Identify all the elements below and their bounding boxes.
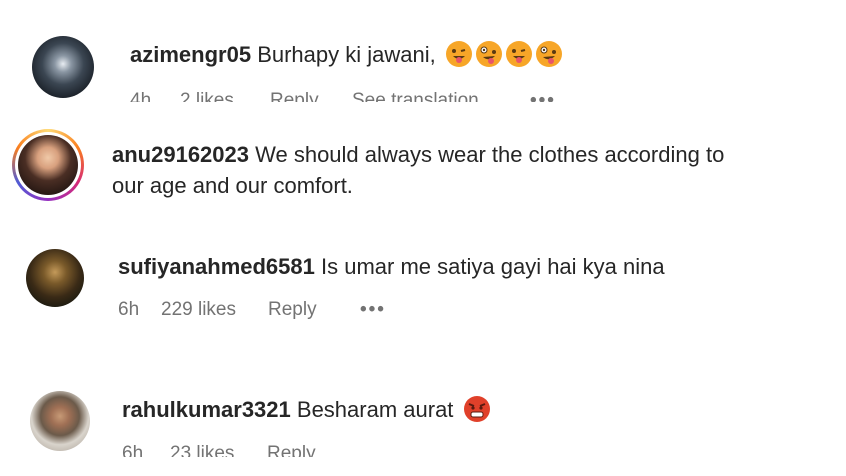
comment-text-line2: our age and our comfort.: [112, 171, 353, 201]
comment-3: sufiyanahmed6581 Is umar me satiya gayi …: [0, 225, 846, 355]
comment-body: Is umar me satiya gayi hai kya nina: [321, 254, 665, 279]
comment-1: azimengr05 Burhapy ki jawani, 4h 2 likes…: [0, 0, 846, 105]
username[interactable]: azimengr05: [130, 42, 251, 67]
likes-count[interactable]: 2 likes: [180, 90, 234, 102]
more-options-icon[interactable]: •••: [530, 90, 556, 102]
comment-text: azimengr05 Burhapy ki jawani,: [130, 40, 562, 70]
username[interactable]: rahulkumar3321: [122, 397, 291, 422]
comment-2: anu29162023 We should always wear the cl…: [0, 105, 846, 225]
winking-tongue-emoji-icon: [505, 41, 532, 67]
meta-row-clipped: 6h 23 likes Reply: [0, 443, 846, 457]
avatar[interactable]: [18, 135, 78, 195]
angry-face-emoji-icon: [463, 396, 490, 422]
reply-button[interactable]: Reply: [268, 299, 317, 321]
timestamp: 6h: [122, 443, 144, 457]
comment-text: anu29162023 We should always wear the cl…: [112, 140, 724, 170]
comment-body-line1: We should always wear the clothes accord…: [255, 142, 725, 167]
avatar[interactable]: [26, 249, 84, 307]
meta-row-clipped: 4h 2 likes Reply See translation •••: [0, 90, 846, 102]
likes-count[interactable]: 23 likes: [170, 443, 234, 457]
timestamp: 4h: [130, 90, 152, 102]
comment-body: Burhapy ki jawani,: [257, 42, 436, 67]
reply-button[interactable]: Reply: [267, 443, 316, 457]
comment-body: Besharam aurat: [296, 397, 454, 422]
comment-4: rahulkumar3321 Besharam aurat 6h 23 like…: [0, 355, 846, 476]
see-translation-link[interactable]: See translation: [352, 90, 479, 102]
zany-face-emoji-icon: [535, 41, 562, 67]
more-options-icon[interactable]: •••: [360, 299, 386, 321]
timestamp: 6h: [118, 299, 140, 320]
reply-button[interactable]: Reply: [270, 90, 319, 102]
username[interactable]: sufiyanahmed6581: [118, 254, 315, 279]
comment-text: rahulkumar3321 Besharam aurat: [122, 395, 490, 425]
comment-body-line2: our age and our comfort.: [112, 173, 353, 198]
comment-text: sufiyanahmed6581 Is umar me satiya gayi …: [118, 252, 665, 282]
avatar[interactable]: [32, 36, 94, 98]
username[interactable]: anu29162023: [112, 142, 249, 167]
likes-count[interactable]: 229 likes: [161, 299, 236, 321]
story-ring[interactable]: [12, 129, 84, 201]
zany-face-emoji-icon: [475, 41, 502, 67]
meta-row: 6h 229 likes Reply •••: [118, 299, 418, 325]
winking-tongue-emoji-icon: [445, 41, 472, 67]
avatar[interactable]: [30, 391, 90, 451]
